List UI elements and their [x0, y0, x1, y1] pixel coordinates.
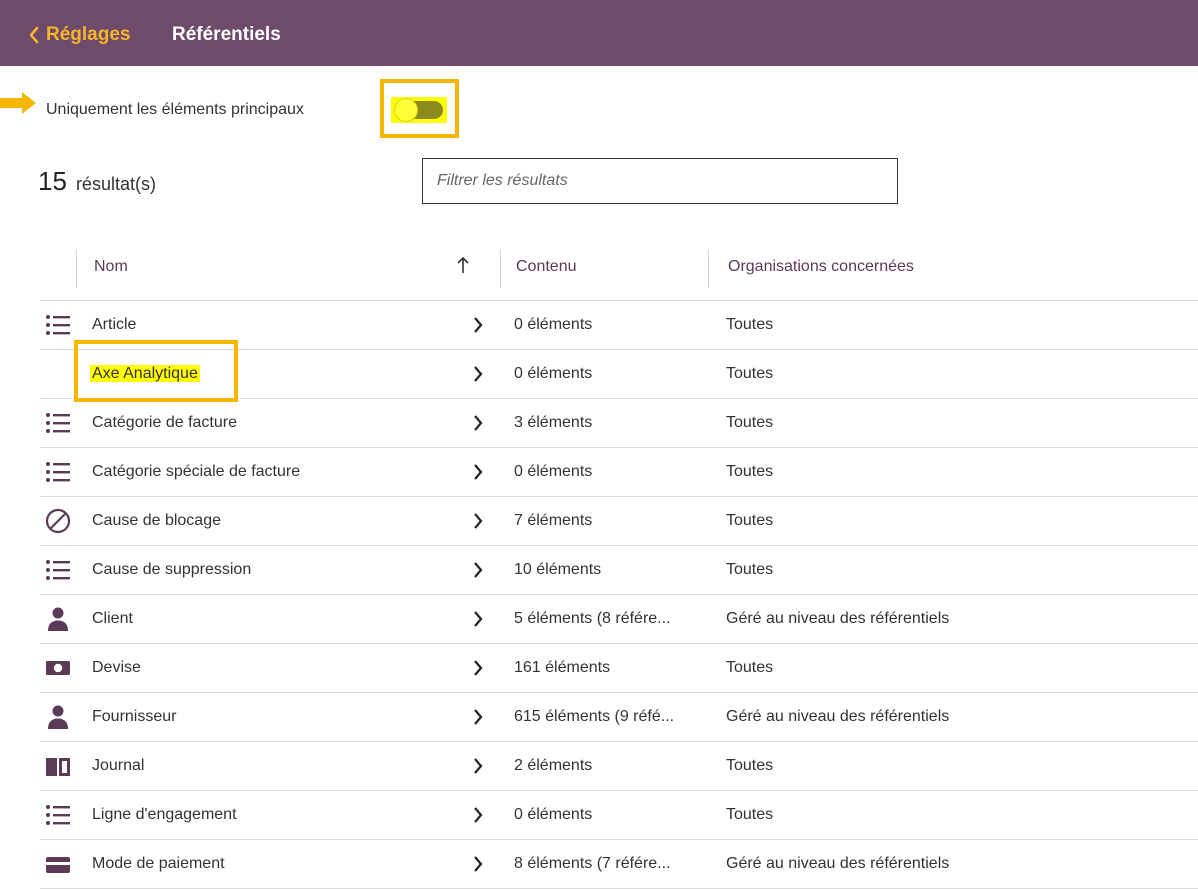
list-icon [46, 560, 70, 580]
list-icon [46, 462, 70, 482]
chevron-right-icon[interactable] [472, 609, 484, 629]
money-icon [46, 661, 70, 675]
chevron-right-icon[interactable] [472, 805, 484, 825]
row-content: 2 éléments [514, 757, 593, 774]
row-content: 0 éléments [514, 806, 593, 823]
column-separator [500, 250, 501, 288]
result-count-label: résultat(s) [75, 174, 156, 194]
row-orgs: Toutes [726, 561, 774, 578]
result-count: 15 résultat(s) [38, 166, 156, 197]
row-name: Article [92, 316, 137, 333]
row-content: 0 éléments [514, 463, 593, 480]
row-orgs: Géré au niveau des référentiels [726, 708, 950, 725]
chevron-right-icon[interactable] [472, 413, 484, 433]
table-row[interactable]: Axe Analytique 0 éléments Toutes [40, 350, 1198, 399]
row-name-highlighted: Axe Analytique [90, 365, 200, 382]
row-name: Catégorie spéciale de facture [92, 463, 301, 480]
chevron-right-icon[interactable] [472, 658, 484, 678]
list-icon [46, 805, 70, 825]
back-button[interactable]: Réglages [28, 22, 130, 48]
row-name: Fournisseur [92, 708, 177, 725]
block-icon [45, 508, 71, 534]
row-orgs: Toutes [726, 463, 774, 480]
row-content: 5 éléments (8 référe... [514, 610, 671, 627]
row-orgs: Toutes [726, 806, 774, 823]
table-row[interactable]: Catégorie de facture 3 éléments Toutes [40, 399, 1198, 448]
row-name: Devise [92, 659, 141, 676]
row-name: Journal [92, 757, 145, 774]
row-content: 10 éléments [514, 561, 602, 578]
person-icon [48, 607, 68, 631]
row-orgs: Géré au niveau des référentiels [726, 855, 950, 872]
row-orgs: Toutes [726, 757, 774, 774]
column-separator [708, 250, 709, 288]
table-row[interactable]: Cause de blocage 7 éléments Toutes [40, 497, 1198, 546]
row-name: Ligne d'engagement [92, 806, 237, 823]
table-row[interactable]: Catégorie spéciale de facture 0 éléments… [40, 448, 1198, 497]
chevron-right-icon[interactable] [472, 364, 484, 384]
row-orgs: Toutes [726, 512, 774, 529]
table-row[interactable]: Journal 2 éléments Toutes [40, 742, 1198, 791]
row-name: Client [92, 610, 133, 627]
column-header-content[interactable]: Contenu [516, 256, 577, 278]
table-row[interactable]: Cause de suppression 10 éléments Toutes [40, 546, 1198, 595]
table-row[interactable]: Fournisseur 615 éléments (9 réfé... Géré… [40, 693, 1198, 742]
chevron-left-icon [29, 26, 39, 44]
table-row[interactable]: Client 5 éléments (8 référe... Géré au n… [40, 595, 1198, 644]
row-content: 0 éléments [514, 316, 593, 333]
table-row[interactable]: Devise 161 éléments Toutes [40, 644, 1198, 693]
top-bar: Réglages Référentiels [0, 0, 1198, 66]
column-header-name[interactable]: Nom [94, 256, 128, 278]
table-header: Nom Contenu Organisations concernées [40, 236, 1198, 301]
main-elements-toggle-label: Uniquement les éléments principaux [46, 101, 304, 118]
chevron-right-icon[interactable] [472, 462, 484, 482]
row-orgs: Toutes [726, 414, 774, 431]
chevron-right-icon[interactable] [472, 560, 484, 580]
row-content: 3 éléments [514, 414, 593, 431]
row-name: Catégorie de facture [92, 414, 237, 431]
chevron-right-icon[interactable] [472, 315, 484, 335]
filter-results-input[interactable] [422, 158, 898, 204]
row-orgs: Géré au niveau des référentiels [726, 610, 950, 627]
row-name: Mode de paiement [92, 855, 225, 872]
chevron-right-icon[interactable] [472, 511, 484, 531]
chevron-right-icon[interactable] [472, 707, 484, 727]
toggle-knob [394, 98, 418, 122]
back-label: Réglages [46, 24, 131, 45]
person-icon [48, 705, 68, 729]
row-name: Cause de blocage [92, 512, 221, 529]
arrow-callout-icon [0, 92, 36, 114]
chevron-right-icon[interactable] [472, 854, 484, 874]
row-content: 8 éléments (7 référe... [514, 855, 671, 872]
sort-ascending-icon[interactable] [456, 255, 470, 275]
row-orgs: Toutes [726, 659, 774, 676]
row-content: 7 éléments [514, 512, 593, 529]
page-title: Référentiels [172, 24, 281, 45]
main-elements-toggle[interactable] [391, 97, 447, 123]
column-header-orgs[interactable]: Organisations concernées [728, 256, 914, 278]
row-content: 615 éléments (9 réfé... [514, 708, 675, 725]
table-row[interactable]: Article 0 éléments Toutes [40, 301, 1198, 350]
table-row[interactable]: Ligne d'engagement 0 éléments Toutes [40, 791, 1198, 840]
column-separator [76, 250, 77, 288]
referentials-table: Nom Contenu Organisations concernées Art… [40, 236, 1198, 889]
table-row[interactable]: Mode de paiement 8 éléments (7 référe...… [40, 840, 1198, 889]
row-content: 161 éléments [514, 659, 611, 676]
chevron-right-icon[interactable] [472, 756, 484, 776]
result-count-number: 15 [38, 166, 67, 196]
list-icon [46, 413, 70, 433]
row-content: 0 éléments [514, 365, 593, 382]
row-orgs: Toutes [726, 365, 774, 382]
row-name: Cause de suppression [92, 561, 252, 578]
list-icon [46, 315, 70, 335]
book-icon [46, 758, 70, 776]
row-orgs: Toutes [726, 316, 774, 333]
row-name: Axe Analytique [90, 364, 200, 384]
